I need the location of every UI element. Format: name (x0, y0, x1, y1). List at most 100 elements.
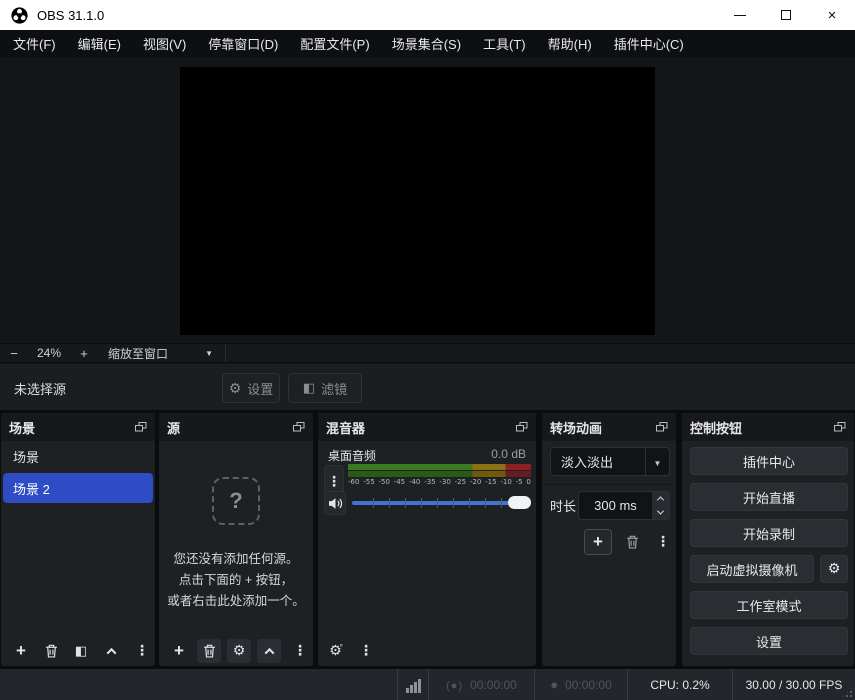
start-recording-button[interactable]: 开始录制 (690, 519, 848, 547)
move-scene-up-button[interactable] (99, 639, 123, 663)
menu-profile[interactable]: 配置文件(P) (289, 30, 380, 57)
more-dots-icon (293, 642, 307, 660)
signal-bar (418, 679, 421, 693)
start-virtual-camera-button[interactable]: 启动虚拟摄像机 (690, 555, 814, 583)
menu-scene-collection[interactable]: 场景集合(S) (381, 30, 472, 57)
trash-icon (203, 644, 216, 658)
sources-empty-text: 您还没有添加任何源。 点击下面的 + 按钮， 或者右击此处添加一个。 (167, 549, 305, 612)
popout-icon[interactable] (516, 422, 528, 432)
resize-grip[interactable] (843, 688, 852, 697)
gear-icon (233, 642, 246, 660)
meter-tick: -45 (394, 478, 405, 486)
zoom-out-button[interactable]: − (0, 346, 28, 361)
chevron-up-icon (657, 497, 664, 504)
menu-docks[interactable]: 停靠窗口(D) (197, 30, 289, 57)
spin-down-button[interactable] (652, 506, 669, 520)
trash-icon (626, 535, 639, 549)
mixer-db-value: 0.0 dB (491, 447, 526, 464)
obs-window: OBS 31.1.0 × 文件(F) 编辑(E) 视图(V) 停靠窗口(D) 配… (0, 0, 855, 700)
source-context-bar: 未选择源 设置 滤镜 (0, 364, 855, 411)
menu-help[interactable]: 帮助(H) (537, 30, 603, 57)
start-streaming-button[interactable]: 开始直播 (690, 483, 848, 511)
remove-scene-button[interactable] (39, 639, 63, 663)
question-mark-glyph: ? (229, 488, 242, 514)
record-time: 00:00:00 (565, 678, 612, 692)
network-signal-icon (398, 677, 428, 693)
meter-channel-left (348, 464, 531, 470)
menu-plugin-center[interactable]: 插件中心(C) (603, 30, 695, 57)
maximize-button[interactable] (763, 0, 809, 30)
meter-tick: -35 (424, 478, 435, 486)
filter-icon (75, 642, 87, 660)
question-mark-icon: ? (212, 477, 260, 525)
minimize-button[interactable] (717, 0, 763, 30)
source-filters-button[interactable]: 滤镜 (288, 373, 362, 403)
remove-transition-button[interactable] (620, 530, 644, 554)
add-source-button[interactable] (167, 639, 191, 663)
record-circle-icon (550, 677, 558, 692)
no-source-label: 未选择源 (14, 379, 66, 398)
volume-slider-handle[interactable] (508, 496, 531, 509)
close-icon: × (828, 8, 837, 23)
source-properties-label: 设置 (247, 379, 273, 398)
move-source-up-button[interactable] (257, 639, 281, 663)
select-arrow[interactable] (645, 448, 669, 475)
popout-icon[interactable] (293, 422, 305, 432)
obs-logo-icon (11, 7, 28, 24)
spin-up-button[interactable] (652, 492, 669, 506)
signal-bar (406, 688, 409, 693)
chevron-down-icon (654, 453, 662, 471)
fit-to-window-label: 缩放至窗口 (108, 345, 168, 362)
zoom-level: 24% (28, 346, 70, 360)
remove-source-button[interactable] (197, 639, 221, 663)
add-scene-button[interactable] (9, 639, 33, 663)
meter-tick: 0 (526, 478, 530, 486)
menu-view[interactable]: 视图(V) (132, 30, 197, 57)
audio-mixer-panel: 混音器 桌面音频 0.0 dB -60-55-50-45-40-35-30-25… (317, 412, 537, 667)
meter-tick: -20 (470, 478, 481, 486)
menu-edit[interactable]: 编辑(E) (67, 30, 132, 57)
source-properties-button[interactable]: 设置 (222, 373, 280, 403)
popout-icon[interactable] (656, 422, 668, 432)
popout-icon[interactable] (135, 422, 147, 432)
settings-button[interactable]: 设置 (690, 627, 848, 655)
scene-list-item-selected[interactable]: 场景 2 (3, 473, 153, 503)
scene-filters-button[interactable] (69, 639, 93, 663)
studio-mode-button[interactable]: 工作室模式 (690, 591, 848, 619)
menu-tools[interactable]: 工具(T) (472, 30, 537, 57)
menu-file[interactable]: 文件(F) (2, 30, 67, 57)
plus-icon (593, 532, 603, 552)
duration-row: 时长 300 ms (550, 491, 670, 520)
mixer-overflow-button[interactable] (360, 639, 372, 663)
volume-slider[interactable] (352, 491, 531, 515)
close-button[interactable]: × (809, 0, 855, 30)
controls-panel-title: 控制按钮 (690, 418, 834, 437)
sources-overflow-button[interactable] (295, 639, 305, 663)
broadcast-icon (446, 678, 463, 692)
zoom-in-button[interactable]: + (70, 346, 98, 361)
transition-select[interactable]: 淡入淡出 (550, 447, 670, 476)
virtual-camera-config-button[interactable] (820, 555, 848, 583)
meter-scale: -60-55-50-45-40-35-30-25-20-15-10-50 (348, 478, 531, 486)
scene-list-item[interactable]: 场景 (1, 441, 155, 471)
add-transition-button[interactable] (584, 529, 612, 555)
meter-tick: -15 (485, 478, 496, 486)
transition-properties-button[interactable] (654, 530, 672, 554)
source-properties-button[interactable] (227, 639, 251, 663)
more-dots-icon (359, 642, 373, 660)
advanced-audio-button[interactable]: ° (326, 639, 346, 663)
meter-tick: -55 (363, 478, 374, 486)
scenes-toolbar (1, 636, 155, 666)
sources-empty-state[interactable]: ? 您还没有添加任何源。 点击下面的 + 按钮， 或者右击此处添加一个。 (159, 441, 313, 636)
preview-canvas[interactable] (180, 67, 655, 335)
record-timer: 00:00:00 (535, 677, 627, 692)
duration-spinbox[interactable]: 300 ms (578, 491, 670, 520)
mute-button[interactable] (324, 491, 346, 515)
popout-icon[interactable] (834, 422, 846, 432)
plugin-center-button[interactable]: 插件中心 (690, 447, 848, 475)
mixer-panel-title: 混音器 (326, 418, 516, 437)
chevron-down-icon: ▼ (205, 349, 213, 358)
scenes-overflow-button[interactable] (137, 639, 147, 663)
fit-to-window-select[interactable]: 缩放至窗口 ▼ (98, 344, 226, 362)
mixer-source-name: 桌面音频 (328, 447, 491, 464)
